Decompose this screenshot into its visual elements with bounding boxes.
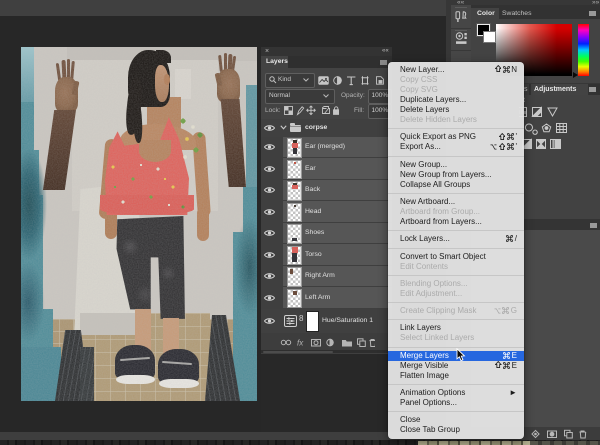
svg-text:fx: fx: [297, 338, 304, 347]
